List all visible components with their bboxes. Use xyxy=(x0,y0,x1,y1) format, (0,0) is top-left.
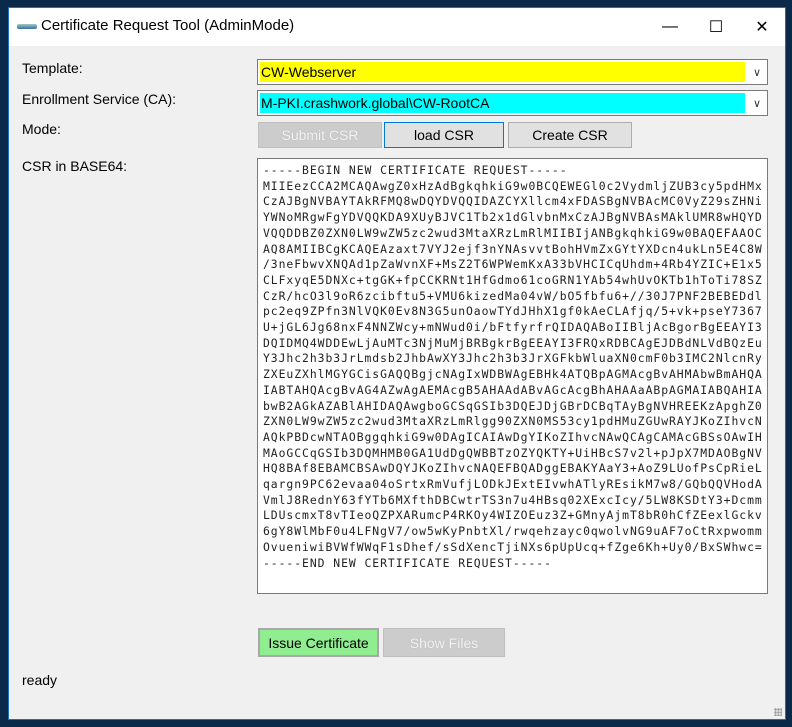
csr-line: Y3Jhc2h3b3JrLmdsb2JhbAwXY3Jhc2h3b3JrXGFk… xyxy=(263,351,763,366)
csr-line: ZXN0LW9wZW5zc2wud3MtaXRzLmRlgg90ZXN0MS53… xyxy=(263,414,763,429)
csr-line: MIIEezCCA2MCAQAwgZ0xHzAdBgkqhkiG9w0BCQEW… xyxy=(263,178,763,193)
title-bar[interactable]: Certificate Request Tool (AdminMode) — ☐… xyxy=(9,8,785,46)
csr-line: bwB2AGkAZABlAHIDAQAwgboGCSqGSIb3DQEJDjGB… xyxy=(263,398,763,413)
template-select[interactable]: CW-Webserver ∨ xyxy=(257,59,768,85)
csr-line: YWNoMRgwFgYDVQQKDA9XUyBJVC1Tb2x1dGlvbnMx… xyxy=(263,210,763,225)
resize-grip-icon[interactable] xyxy=(774,708,782,716)
csr-line: ZXEuZXhlMGYGCisGAQQBgjcNAgIxWDBWAgEBHk4A… xyxy=(263,367,763,382)
issue-certificate-button[interactable]: Issue Certificate xyxy=(258,628,379,657)
csr-line: VQQDDBZ0ZXN0LW9wZW5zc2wud3MtaXRzLmRlMIIB… xyxy=(263,225,763,240)
csr-line: OvueniwiBVWfWWqF1sDhef/sSdXencTjiNXs6pUp… xyxy=(263,539,763,554)
csr-textarea[interactable]: -----BEGIN NEW CERTIFICATE REQUEST----- M… xyxy=(257,158,768,594)
window-title: Certificate Request Tool (AdminMode) xyxy=(41,17,295,34)
csr-line: IABTAHQAcgBvAG4AZwAgAEMAcgB5AHAAdABvAGcA… xyxy=(263,382,763,397)
csr-line: AQkPBDcwNTAOBggqhkiG9w0DAgICAIAwDgYIKoZI… xyxy=(263,429,763,444)
csr-line: HQ8BAf8EBAMCBSAwDQYJKoZIhvcNAQEFBQADggEB… xyxy=(263,461,763,476)
status-text: ready xyxy=(22,672,58,688)
csr-line: VmlJ8RednY63fYTb6MXfthDBCwtrTS3n7u4HBsq0… xyxy=(263,492,763,507)
csr-line: -----END NEW CERTIFICATE REQUEST----- xyxy=(263,555,552,570)
csr-label: CSR in BASE64: xyxy=(22,158,128,174)
close-button[interactable]: ✕ xyxy=(739,8,785,46)
csr-line: /3neFbwvXNQAd1pZaWvnXF+MsZ2T6WPWemKxA33b… xyxy=(263,257,763,272)
ca-value: M-PKI.crashwork.global\CW-RootCA xyxy=(260,93,745,113)
chevron-down-icon[interactable]: ∨ xyxy=(747,91,767,115)
csr-line: pc2eq9ZPfn3NlVQK0Ev8N3G5unOaowTYdJHhX1gf… xyxy=(263,304,763,319)
load-csr-button[interactable]: load CSR xyxy=(384,122,504,148)
csr-line: LDUscmxT8vTIeoQZPXARumcP4RKOy4WIZOEuz3Z+… xyxy=(263,508,763,523)
minimize-button[interactable]: — xyxy=(647,8,693,46)
csr-line: AQ8AMIIBCgKCAQEAzaxt7VYJ2ejf3nYNAsvvtBoh… xyxy=(263,241,763,256)
csr-line: 6gY8WlMbF0u4LFNgV7/ow5wKyPnbtXl/rwqehzay… xyxy=(263,524,763,539)
ca-label: Enrollment Service (CA): xyxy=(22,91,177,107)
template-value: CW-Webserver xyxy=(260,62,745,82)
app-icon xyxy=(17,24,37,29)
maximize-button[interactable]: ☐ xyxy=(693,8,739,46)
mode-label: Mode: xyxy=(22,121,61,137)
ca-select[interactable]: M-PKI.crashwork.global\CW-RootCA ∨ xyxy=(257,90,768,116)
csr-line: DQIDMQ4WDDEwLjAuMTc3NjMuMjBRBgkrBgEEAYI3… xyxy=(263,335,763,350)
show-files-button[interactable]: Show Files xyxy=(383,628,505,657)
chevron-down-icon[interactable]: ∨ xyxy=(747,60,767,84)
csr-line: CzAJBgNVBAYTAkRFMQ8wDQYDVQQIDAZCYXllcm4x… xyxy=(263,194,763,209)
create-csr-button[interactable]: Create CSR xyxy=(508,122,632,148)
app-window: Certificate Request Tool (AdminMode) — ☐… xyxy=(8,7,786,720)
csr-line: -----BEGIN NEW CERTIFICATE REQUEST----- xyxy=(263,163,568,177)
template-label: Template: xyxy=(22,60,83,76)
csr-line: CzR/hcO3l9oR6zcibftu5+VMU6kizedMa04vW/bO… xyxy=(263,288,763,303)
submit-csr-button[interactable]: Submit CSR xyxy=(258,122,382,148)
csr-line: CLFxyqE5DNXc+tgGK+fpCCKRNt1HfGdmo61coGRN… xyxy=(263,272,763,287)
csr-line: MAoGCCqGSIb3DQMHMB0GA1UdDgQWBBTzOZYQKTY+… xyxy=(263,445,763,460)
csr-line: qargn9PC62evaa04oSrtxRmVufjLODkJExtEIvwh… xyxy=(263,477,763,492)
csr-line: U+jGL6Jg68nxF4NNZWcy+mNWud0i/bFtfyrfrQID… xyxy=(263,320,763,335)
